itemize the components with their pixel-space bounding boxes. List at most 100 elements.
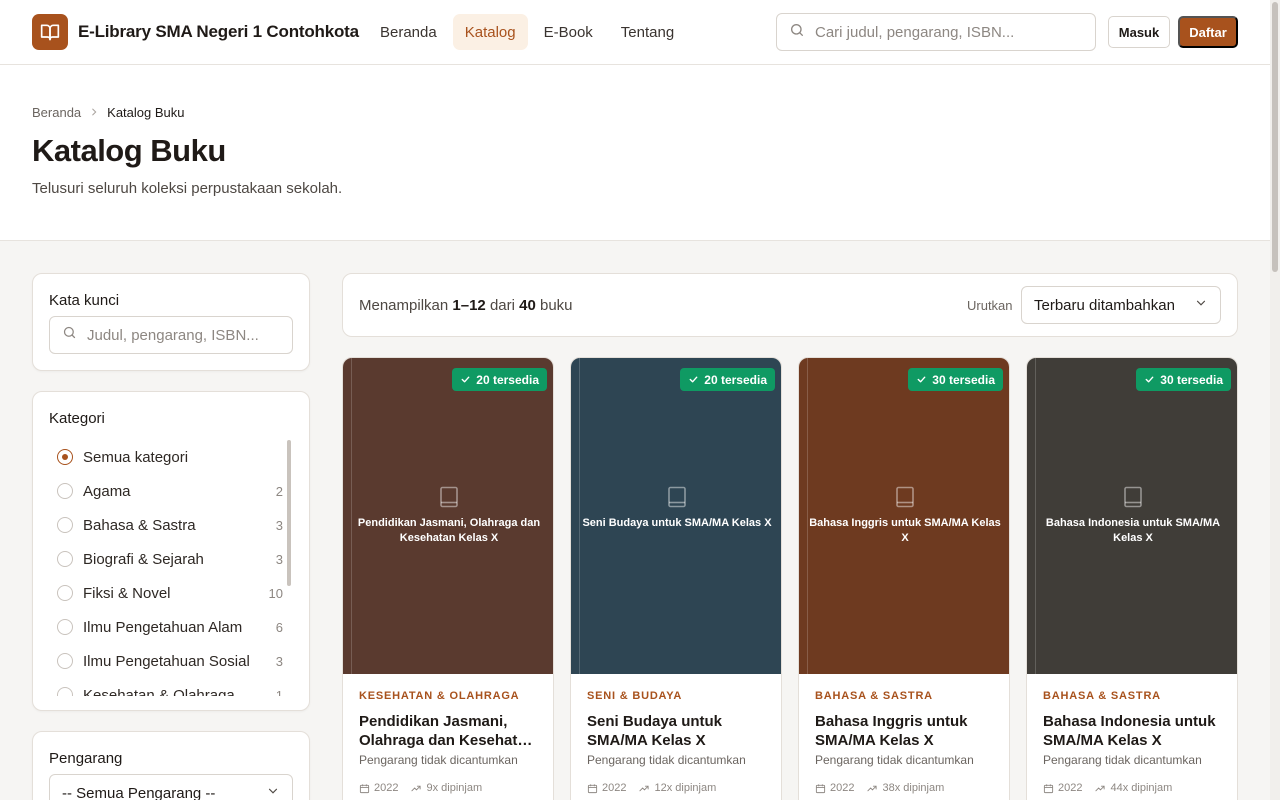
category-count: 3: [275, 653, 283, 669]
book-open-icon: [32, 14, 68, 50]
category-label: Agama: [83, 482, 131, 500]
book-cover[interactable]: 30 tersedia Bahasa Inggris untuk SMA/MA …: [799, 358, 1009, 674]
book-meta: 2022 44x dipinjam: [1043, 782, 1184, 794]
radio-checked[interactable]: [57, 449, 73, 465]
category-option[interactable]: Semua kategori: [49, 440, 285, 474]
radio[interactable]: [57, 619, 73, 635]
book-year: 2022: [830, 782, 855, 794]
radio[interactable]: [57, 551, 73, 567]
book-category: SENI & BUDAYA: [587, 690, 683, 702]
global-search[interactable]: [776, 13, 1096, 51]
availability-badge: 20 tersedia: [680, 368, 775, 391]
book-year: 2022: [602, 782, 627, 794]
book-card[interactable]: 20 tersedia Seni Budaya untuk SMA/MA Kel…: [570, 357, 782, 800]
brand[interactable]: E-Library SMA Negeri 1 Contohkota: [32, 14, 359, 50]
register-button[interactable]: Daftar: [1178, 16, 1238, 48]
page-header: Beranda Katalog Buku Katalog Buku Telusu…: [0, 65, 1270, 241]
results-count: Menampilkan 1–12 dari 40 buku: [359, 297, 573, 314]
keyword-filter-panel: Kata kunci: [32, 273, 310, 371]
book-title[interactable]: Seni Budaya untuk SMA/MA Kelas X: [587, 712, 767, 750]
category-option[interactable]: Ilmu Pengetahuan Sosial 3: [49, 644, 285, 678]
sort-select[interactable]: Terbaru ditambahkan: [1021, 286, 1221, 324]
trending-up-icon: [411, 785, 422, 791]
availability-text: 30 tersedia: [1160, 372, 1223, 387]
category-option[interactable]: Bahasa & Sastra 3: [49, 508, 285, 542]
keyword-box[interactable]: [49, 316, 293, 354]
author-select[interactable]: -- Semua Pengarang --: [49, 774, 293, 800]
book-title[interactable]: Bahasa Indonesia untuk SMA/MA Kelas X: [1043, 712, 1223, 750]
search-icon: [789, 22, 805, 43]
category-option[interactable]: Ilmu Pengetahuan Alam 6: [49, 610, 285, 644]
availability-badge: 30 tersedia: [908, 368, 1003, 391]
breadcrumb: Beranda Katalog Buku: [32, 105, 185, 120]
category-option[interactable]: Biografi & Sejarah 3: [49, 542, 285, 576]
radio[interactable]: [57, 687, 73, 696]
radio[interactable]: [57, 653, 73, 669]
nav-tentang[interactable]: Tentang: [609, 14, 686, 50]
book-icon: [440, 486, 458, 508]
breadcrumb-current: Katalog Buku: [107, 105, 185, 120]
book-borrowed: 38x dipinjam: [882, 782, 945, 794]
category-count: 6: [275, 619, 283, 635]
book-year: 2022: [374, 782, 399, 794]
category-label: Ilmu Pengetahuan Sosial: [83, 652, 250, 670]
book-cover[interactable]: 30 tersedia Bahasa Indonesia untuk SMA/M…: [1027, 358, 1237, 674]
nav-ebook[interactable]: E-Book: [532, 14, 605, 50]
category-label: Semua kategori: [83, 448, 189, 466]
cover-title: Bahasa Indonesia untuk SMA/MA Kelas X: [1045, 517, 1221, 544]
book-card[interactable]: 30 tersedia Bahasa Inggris untuk SMA/MA …: [798, 357, 1010, 800]
category-count: 2: [275, 483, 283, 499]
trending-up-icon: [639, 785, 650, 791]
radio[interactable]: [57, 517, 73, 533]
keyword-input[interactable]: [87, 326, 287, 344]
page-scrollbar[interactable]: [1270, 0, 1280, 800]
results-mid: dari: [489, 297, 515, 314]
check-icon: [917, 376, 926, 383]
page-title: Katalog Buku: [32, 133, 226, 168]
availability-text: 20 tersedia: [704, 372, 767, 387]
category-label: Bahasa & Sastra: [83, 516, 196, 534]
check-icon: [1145, 376, 1154, 383]
category-option[interactable]: Kesehatan & Olahraga 1: [49, 678, 285, 696]
nav-beranda[interactable]: Beranda: [368, 14, 449, 50]
book-cover[interactable]: 20 tersedia Seni Budaya untuk SMA/MA Kel…: [571, 358, 781, 674]
category-option[interactable]: Agama 2: [49, 474, 285, 508]
results-prefix: Menampilkan: [359, 297, 449, 314]
category-scrollbar[interactable]: [287, 440, 291, 586]
calendar-icon: [815, 783, 826, 793]
global-search-input[interactable]: [815, 23, 1075, 41]
results-suffix: buku: [539, 297, 573, 314]
book-meta: 2022 38x dipinjam: [815, 782, 956, 794]
category-count: 3: [275, 517, 283, 533]
page-subtitle: Telusuri seluruh koleksi perpustakaan se…: [32, 180, 343, 197]
book-icon: [668, 486, 686, 508]
brand-name: E-Library SMA Negeri 1 Contohkota: [78, 22, 359, 41]
cover-title: Bahasa Inggris untuk SMA/MA Kelas X: [809, 517, 1001, 544]
book-title[interactable]: Pendidikan Jasmani, Olahraga dan Kesehat…: [359, 712, 539, 750]
book-card[interactable]: 20 tersedia Pendidikan Jasmani, Olahraga…: [342, 357, 554, 800]
category-list[interactable]: Semua kategori Agama 2 Bahasa & Sastra 3 B…: [49, 440, 285, 696]
nav-katalog[interactable]: Katalog: [452, 14, 528, 50]
category-count: 3: [275, 551, 283, 567]
search-icon: [62, 325, 77, 345]
availability-badge: 30 tersedia: [1136, 368, 1231, 391]
calendar-icon: [359, 783, 370, 793]
sort-value: Terbaru ditambahkan: [1034, 296, 1175, 314]
book-card[interactable]: 30 tersedia Bahasa Indonesia untuk SMA/M…: [1026, 357, 1238, 800]
category-option[interactable]: Fiksi & Novel 10: [49, 576, 285, 610]
book-category: BAHASA & SASTRA: [815, 690, 933, 702]
cover-title: Pendidikan Jasmani, Olahraga dan Kesehat…: [357, 517, 541, 544]
radio[interactable]: [57, 585, 73, 601]
book-cover[interactable]: 20 tersedia Pendidikan Jasmani, Olahraga…: [343, 358, 553, 674]
category-label: Kesehatan & Olahraga: [83, 686, 235, 697]
book-title[interactable]: Bahasa Inggris untuk SMA/MA Kelas X: [815, 712, 995, 750]
category-count: 1: [275, 687, 283, 697]
breadcrumb-home[interactable]: Beranda: [32, 105, 81, 120]
page-scrollbar-thumb[interactable]: [1272, 2, 1278, 272]
book-author: Pengarang tidak dicantumkan: [815, 753, 974, 767]
book-spine: [807, 358, 808, 674]
login-button[interactable]: Masuk: [1108, 16, 1170, 48]
book-author: Pengarang tidak dicantumkan: [359, 753, 518, 767]
radio[interactable]: [57, 483, 73, 499]
results-toolbar: Menampilkan 1–12 dari 40 buku Urutkan Te…: [342, 273, 1238, 337]
